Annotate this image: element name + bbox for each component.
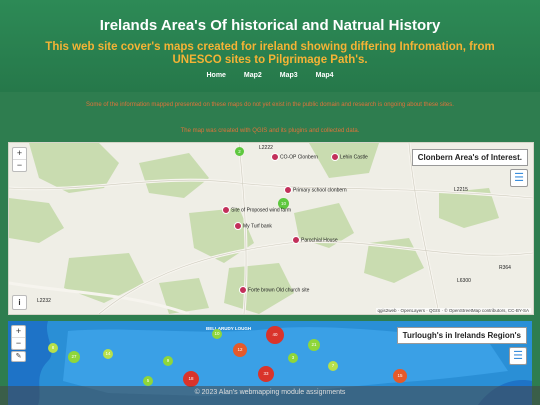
clonbern-map[interactable]: L2215 L2232 L6300 R364 L2222 2 10 CO-OP … — [8, 142, 534, 315]
poi-marker[interactable]: Primary school clonbern — [284, 186, 347, 194]
poi-marker[interactable]: My Turf bank — [234, 222, 272, 230]
cluster-marker[interactable]: 2 — [235, 147, 244, 156]
cluster-marker[interactable]: 10 — [212, 329, 222, 339]
intro-text: Some of the information mapped presented… — [86, 102, 454, 108]
nav-map2[interactable]: Map2 — [244, 72, 262, 79]
cluster-marker[interactable]: 7 — [328, 361, 338, 371]
nav-home[interactable]: Home — [206, 72, 225, 79]
cluster-marker[interactable]: 3 — [288, 353, 298, 363]
cluster-marker[interactable]: 9 — [163, 356, 173, 366]
layers-icon[interactable]: ☰ — [509, 347, 527, 365]
map-title: Clonbern Area's of Interest. — [411, 149, 528, 166]
marker-icon — [331, 153, 339, 161]
road-label: L2215 — [454, 187, 468, 193]
poi-marker[interactable]: Parochial House — [292, 236, 338, 244]
marker-icon — [284, 186, 292, 194]
road-label: L2222 — [259, 145, 273, 151]
cluster-marker[interactable]: 14 — [103, 349, 113, 359]
layers-icon[interactable]: ☰ — [510, 169, 528, 187]
zoom-in-button[interactable]: + — [12, 326, 25, 337]
cluster-marker[interactable]: 21 — [308, 339, 320, 351]
poi-marker[interactable]: Site of Proposed wind farm — [222, 206, 291, 214]
cluster-marker[interactable]: 18 — [183, 371, 199, 387]
road-label: L6300 — [457, 278, 471, 284]
zoom-control: + − — [12, 147, 27, 172]
marker-icon — [234, 222, 242, 230]
main-nav: Home Map2 Map3 Map4 — [0, 72, 540, 79]
cluster-marker[interactable]: 12 — [233, 343, 247, 357]
zoom-out-button[interactable]: − — [13, 159, 26, 171]
info-icon[interactable]: i — [12, 295, 27, 310]
cluster-marker[interactable]: 40 — [266, 326, 284, 344]
nav-map3[interactable]: Map3 — [280, 72, 298, 79]
poi-marker[interactable]: CO-OP Clonbern — [271, 153, 318, 161]
nav-map4[interactable]: Map4 — [316, 72, 334, 79]
marker-icon — [292, 236, 300, 244]
road-label: L2232 — [37, 298, 51, 304]
cluster-marker[interactable]: 27 — [68, 351, 80, 363]
page-footer: © 2023 Alan's webmapping module assignme… — [0, 386, 540, 405]
measure-icon[interactable]: ✎ — [11, 351, 26, 362]
page-title: Irelands Area's Of historical and Natrua… — [99, 17, 441, 34]
poi-marker[interactable]: Forte brown Old church site — [239, 286, 309, 294]
map-attribution: qgis2web · OpenLayers · QGIS · © OpenStr… — [375, 308, 531, 313]
zoom-control: + − — [11, 325, 26, 350]
page-header: Irelands Area's Of historical and Natrua… — [0, 0, 540, 92]
page-subtitle: This web site cover's maps created for i… — [45, 41, 495, 66]
cluster-marker[interactable]: 33 — [258, 366, 274, 382]
zoom-out-button[interactable]: − — [12, 337, 25, 349]
cluster-marker[interactable]: 15 — [393, 369, 407, 383]
map-title: Turlough's in Irelands Region's — [396, 327, 527, 344]
intro-text-2: The map was created with QGIS and its pl… — [180, 128, 360, 134]
cluster-marker[interactable]: 8 — [48, 343, 58, 353]
marker-icon — [222, 206, 230, 214]
cluster-marker[interactable]: 5 — [143, 376, 153, 386]
marker-icon — [271, 153, 279, 161]
zoom-in-button[interactable]: + — [13, 148, 26, 159]
marker-icon — [239, 286, 247, 294]
poi-marker[interactable]: Lehin Castle — [331, 153, 368, 161]
road-label: R364 — [499, 265, 511, 271]
